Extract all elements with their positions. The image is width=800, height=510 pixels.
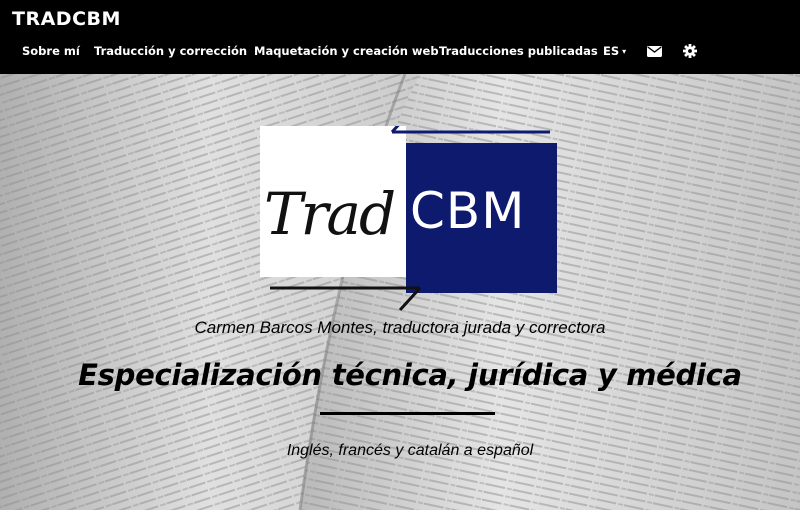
- main-nav: Sobre mí Traducción y corrección Maqueta…: [0, 44, 800, 64]
- brand-logo[interactable]: TRADCBM: [12, 8, 121, 30]
- gear-icon[interactable]: [683, 44, 697, 63]
- chevron-down-icon: ▾: [622, 47, 627, 56]
- hero-divider: [320, 412, 495, 415]
- nav-item-sobre-mi[interactable]: Sobre mí: [22, 44, 80, 58]
- hero-banner: Trad CBM Carmen Barcos Montes, traductor…: [0, 74, 800, 510]
- nav-item-traducciones-publicadas[interactable]: Traducciones publicadas: [439, 44, 598, 58]
- top-navbar: TRADCBM Sobre mí Traducción y corrección…: [0, 0, 800, 74]
- nav-item-maquetacion[interactable]: Maquetación y creación web: [254, 44, 439, 58]
- nav-item-traduccion[interactable]: Traducción y corrección: [94, 44, 247, 58]
- language-dropdown[interactable]: ES ▾: [603, 44, 626, 58]
- hero-headline: Especialización técnica, jurídica y médi…: [78, 358, 742, 392]
- envelope-icon[interactable]: [647, 44, 662, 62]
- language-label: ES: [603, 44, 620, 58]
- hero-languages: Inglés, francés y catalán a español: [286, 442, 534, 459]
- hero-subtitle: Carmen Barcos Montes, traductora jurada …: [194, 318, 606, 337]
